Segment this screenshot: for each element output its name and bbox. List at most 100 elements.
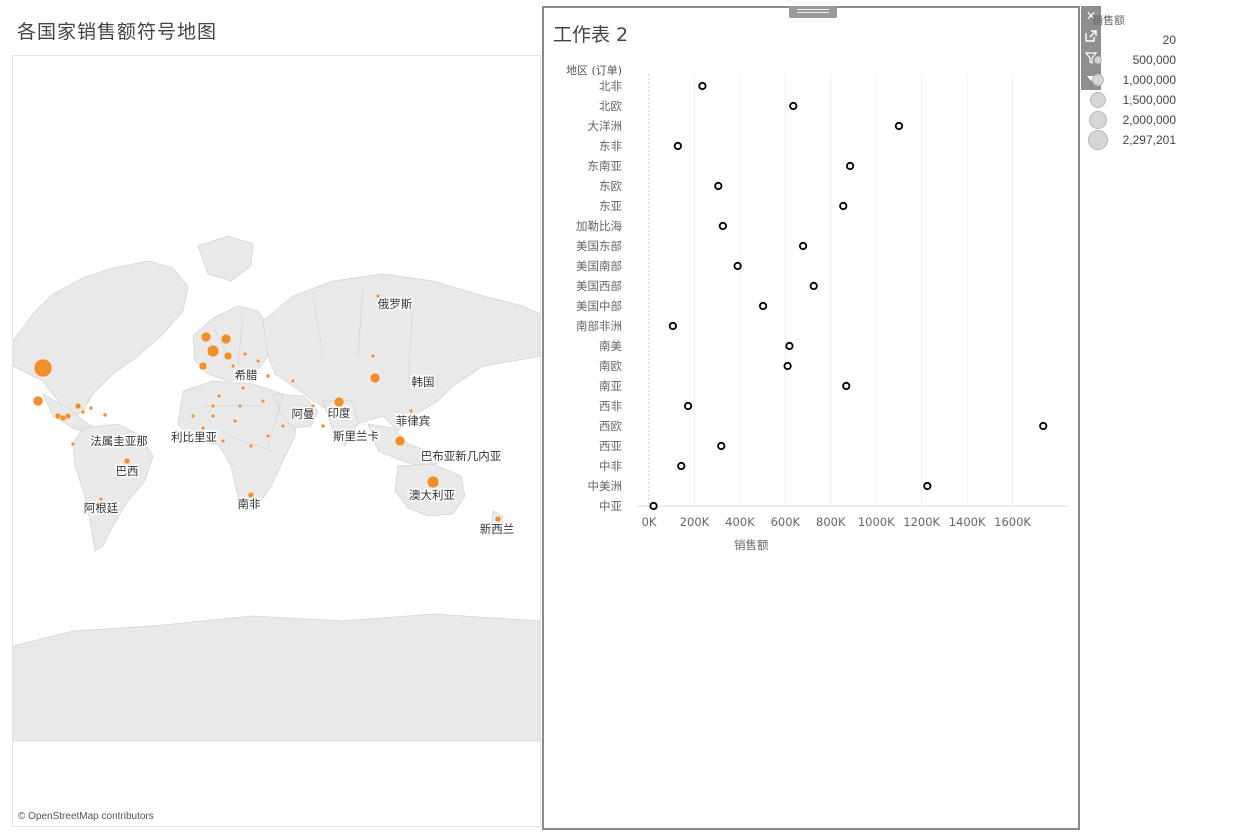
map-marker[interactable] xyxy=(260,398,266,404)
legend-label: 1,500,000 xyxy=(1122,93,1176,107)
map-marker[interactable] xyxy=(190,413,196,419)
data-point[interactable] xyxy=(789,101,798,111)
map-attribution[interactable]: © OpenStreetMap contributors xyxy=(18,811,154,822)
data-point[interactable] xyxy=(717,441,726,451)
category-label: 中非 xyxy=(599,459,622,473)
category-label: 大洋洲 xyxy=(588,119,623,133)
map-label: 南非 xyxy=(236,496,262,513)
map-marker[interactable] xyxy=(408,408,414,414)
legend-item: 1,000,000 xyxy=(1086,70,1176,90)
category-label: 南部非洲 xyxy=(576,319,622,333)
data-point[interactable] xyxy=(718,221,727,231)
map-marker[interactable] xyxy=(33,358,53,378)
map-marker[interactable] xyxy=(280,423,286,429)
map-marker[interactable] xyxy=(220,333,232,345)
map-label: 新西兰 xyxy=(478,521,516,538)
x-tick-label: 400K xyxy=(725,515,755,529)
category-label: 东亚 xyxy=(599,199,622,213)
svg-text:阿根廷: 阿根廷 xyxy=(84,501,119,515)
map-marker[interactable] xyxy=(265,373,271,379)
category-label: 美国南部 xyxy=(576,259,622,273)
map-marker[interactable] xyxy=(210,403,216,409)
map-marker[interactable] xyxy=(255,358,261,364)
map-marker[interactable] xyxy=(74,402,82,410)
legend-item: 20 xyxy=(1086,30,1176,50)
data-point[interactable] xyxy=(923,481,932,491)
category-label: 北欧 xyxy=(599,99,622,113)
legend-size-circle xyxy=(1089,111,1107,129)
data-point[interactable] xyxy=(842,381,851,391)
map-label: 利比里亚 xyxy=(170,429,219,446)
map-marker[interactable] xyxy=(210,413,216,419)
data-point[interactable] xyxy=(677,461,686,471)
category-label: 北非 xyxy=(599,79,622,93)
category-label: 西欧 xyxy=(599,419,622,433)
category-label: 东南亚 xyxy=(588,159,623,173)
map-marker[interactable] xyxy=(248,443,254,449)
map-marker[interactable] xyxy=(223,351,233,361)
map-marker[interactable] xyxy=(240,385,246,391)
data-point[interactable] xyxy=(783,361,792,371)
data-point[interactable] xyxy=(798,241,808,251)
data-point[interactable] xyxy=(894,121,904,131)
category-label: 美国东部 xyxy=(576,239,622,253)
data-point[interactable] xyxy=(683,401,693,411)
data-point[interactable] xyxy=(668,321,677,331)
map-marker[interactable] xyxy=(394,435,406,447)
map-marker[interactable] xyxy=(232,418,238,424)
x-tick-label: 800K xyxy=(816,515,846,529)
data-point[interactable] xyxy=(649,501,658,511)
map-marker[interactable] xyxy=(320,423,326,429)
world-map-canvas[interactable]: 俄罗斯希腊 韩国阿曼 印度菲律宾斯里兰卡 利比里亚 法属圭亚那巴西 巴布亚新几内亚澳大利亚… xyxy=(13,56,540,826)
map-marker[interactable] xyxy=(88,405,94,411)
map-label: 法属圭亚那 xyxy=(89,433,150,450)
worksheet-panel[interactable]: 工作表 2 地区 (订单) 0K 200K 400K 600K 800K 1000K 1200… xyxy=(542,6,1080,830)
category-label: 东欧 xyxy=(599,179,622,193)
map-marker[interactable] xyxy=(70,441,76,447)
map-marker[interactable] xyxy=(242,351,248,357)
map-marker[interactable] xyxy=(102,412,108,418)
legend-size-circle xyxy=(1088,130,1108,150)
data-point[interactable] xyxy=(845,161,855,171)
map-marker[interactable] xyxy=(80,409,86,415)
map-marker[interactable] xyxy=(200,331,212,343)
data-point[interactable] xyxy=(673,141,682,151)
map-label: 韩国 xyxy=(410,374,436,391)
category-label: 南亚 xyxy=(599,379,622,393)
map-marker[interactable] xyxy=(265,433,271,439)
svg-text:印度: 印度 xyxy=(328,406,351,420)
symbol-map[interactable]: 俄罗斯 希腊 韩国 阿曼 印度 菲律宾 斯里兰卡 利比里亚 法属圭亚那 巴西 巴布亚新几内亚 澳大利亚… xyxy=(12,55,541,827)
map-marker[interactable] xyxy=(198,361,208,371)
legend-item: 500,000 xyxy=(1086,50,1176,70)
map-marker[interactable] xyxy=(206,344,220,358)
data-point[interactable] xyxy=(839,201,848,211)
data-point[interactable] xyxy=(758,301,768,311)
map-marker[interactable] xyxy=(220,438,226,444)
chart-canvas[interactable]: 地区 (订单) 0K 200K 400K 600K 800K 1000K 1200K 1400K… xyxy=(544,8,1078,608)
data-point[interactable] xyxy=(809,281,818,291)
map-marker[interactable] xyxy=(290,378,296,384)
legend-label: 1,000,000 xyxy=(1122,73,1176,87)
svg-text:巴西: 巴西 xyxy=(116,464,139,478)
map-marker[interactable] xyxy=(64,412,72,420)
data-point[interactable] xyxy=(1039,421,1048,431)
map-label: 巴布亚新几内亚 xyxy=(419,448,503,465)
category-label: 中美洲 xyxy=(588,479,623,493)
category-label: 东非 xyxy=(599,139,622,153)
x-tick-label: 600K xyxy=(771,515,801,529)
legend-label: 2,000,000 xyxy=(1122,113,1176,127)
category-label: 美国西部 xyxy=(576,279,622,293)
data-point[interactable] xyxy=(714,181,723,191)
map-label: 巴西 xyxy=(114,463,140,480)
map-marker[interactable] xyxy=(32,395,44,407)
data-point[interactable] xyxy=(785,341,794,351)
data-point[interactable] xyxy=(733,261,742,271)
map-marker[interactable] xyxy=(237,403,243,409)
map-marker[interactable] xyxy=(370,353,376,359)
map-marker[interactable] xyxy=(426,475,440,489)
map-marker[interactable] xyxy=(369,372,381,384)
map-marker[interactable] xyxy=(216,393,222,399)
data-point[interactable] xyxy=(698,81,707,91)
north-america-land xyxy=(13,260,189,419)
svg-text:法属圭亚那: 法属圭亚那 xyxy=(90,434,148,448)
